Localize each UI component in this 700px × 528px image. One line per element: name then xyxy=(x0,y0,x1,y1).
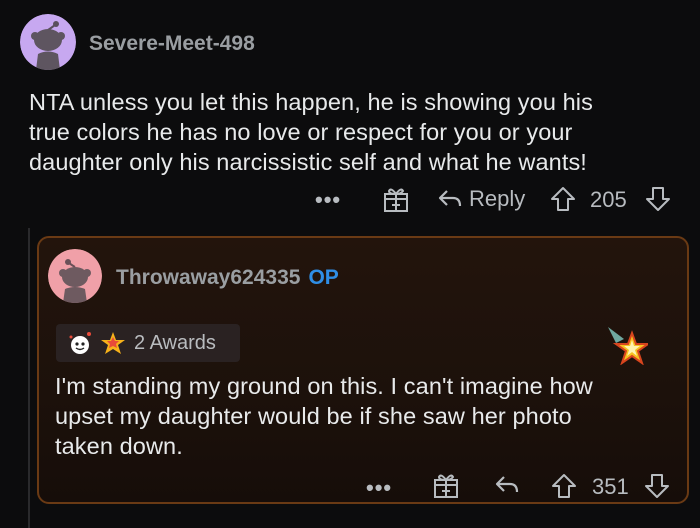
reply-text-line: upset my daughter would be if she saw he… xyxy=(55,403,572,429)
upvote-arrow-icon xyxy=(552,474,576,498)
gift-icon xyxy=(434,474,458,498)
upvote-button[interactable] xyxy=(551,473,577,504)
wholesome-award-icon xyxy=(69,332,91,354)
upvote-arrow-icon xyxy=(551,187,575,211)
awards-badge[interactable]: 2 Awards xyxy=(56,324,240,362)
reply-button[interactable] xyxy=(494,474,520,501)
op-badge: OP xyxy=(308,266,339,289)
upvote-button[interactable] xyxy=(550,186,576,217)
reply-arrow-icon xyxy=(438,190,462,207)
downvote-button[interactable] xyxy=(645,186,671,217)
downvote-arrow-icon xyxy=(646,187,670,211)
award-star-icon xyxy=(606,325,652,370)
give-award-button[interactable] xyxy=(383,185,409,218)
awards-count: 2 Awards xyxy=(134,331,216,354)
comment-text-line: NTA unless you let this happen, he is sh… xyxy=(29,89,593,115)
comment-text-line: daughter only his narcissistic self and … xyxy=(29,149,587,175)
snoo-avatar-icon xyxy=(48,249,102,303)
avatar[interactable] xyxy=(20,14,76,70)
more-options-button[interactable]: ••• xyxy=(366,475,392,501)
comment-text-line: true colors he has no love or respect fo… xyxy=(29,119,573,145)
reply-text-line: taken down. xyxy=(55,433,183,459)
reply-avatar[interactable] xyxy=(48,249,102,303)
comment-username[interactable]: Severe-Meet-498 xyxy=(89,32,255,56)
more-options-button[interactable]: ••• xyxy=(315,187,341,213)
vote-score: 205 xyxy=(590,187,627,212)
reply-text-line: I'm standing my ground on this. I can't … xyxy=(55,373,593,399)
thread-line[interactable] xyxy=(28,228,30,528)
downvote-arrow-icon xyxy=(645,474,669,498)
starstruck-award-icon xyxy=(101,332,125,354)
reply-username-row: Throwaway624335 OP xyxy=(116,266,339,290)
vote-score: 351 xyxy=(592,474,629,499)
reply-body: I'm standing my ground on this. I can't … xyxy=(55,371,675,461)
gift-icon xyxy=(384,188,408,212)
comment-body: NTA unless you let this happen, he is sh… xyxy=(29,87,689,177)
snoo-avatar-icon xyxy=(20,14,76,70)
reply-arrow-icon xyxy=(495,476,519,493)
reply-username[interactable]: Throwaway624335 xyxy=(116,266,300,289)
give-award-button[interactable] xyxy=(433,471,459,504)
downvote-button[interactable] xyxy=(644,473,670,504)
reply-label: Reply xyxy=(469,186,526,211)
reply-button[interactable]: Reply xyxy=(437,186,525,212)
